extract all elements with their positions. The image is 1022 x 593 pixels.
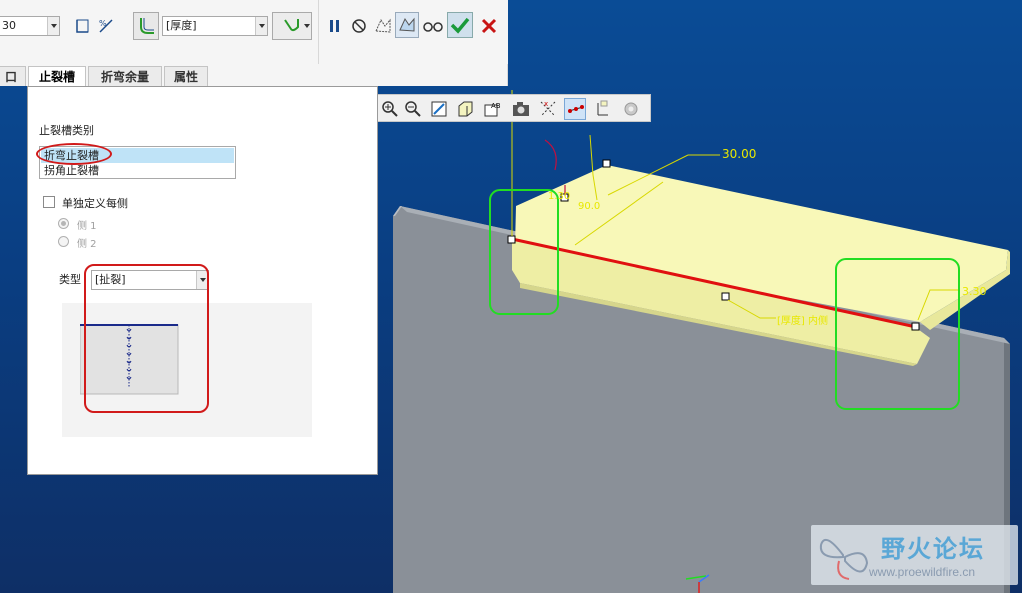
tab-opening[interactable]: 口 — [0, 66, 26, 86]
tab-label: 属性 — [173, 70, 198, 84]
side2-radio[interactable] — [58, 236, 69, 247]
settings-gear-icon[interactable] — [620, 98, 642, 120]
dim-radius-left[interactable]: 1.30 — [548, 191, 570, 202]
side1-radio[interactable] — [58, 218, 69, 229]
chevron-down-icon[interactable] — [255, 17, 267, 35]
highlight-box — [84, 264, 209, 413]
chevron-down-icon[interactable] — [47, 17, 59, 35]
pause-icon[interactable] — [323, 14, 347, 38]
dim-radius-right[interactable]: 3.30 — [962, 285, 987, 298]
watermark: 野火论坛 www.proewildfire.cn — [811, 525, 1018, 585]
butterfly-logo-icon — [819, 538, 869, 580]
radius-side-dropdown[interactable] — [272, 12, 312, 40]
value-combo[interactable]: 30 — [0, 16, 60, 36]
cancel-close-icon[interactable] — [477, 14, 501, 38]
svg-text:x: x — [544, 100, 548, 108]
side2-label: 侧 2 — [77, 239, 97, 250]
saved-views-icon[interactable]: AB — [481, 98, 503, 120]
geometry-preview-icon[interactable] — [371, 14, 395, 38]
side1-label: 侧 1 — [77, 221, 97, 232]
define-each-side-checkbox[interactable] — [43, 196, 55, 208]
camera-icon[interactable] — [510, 98, 532, 120]
dim-length[interactable]: 30.00 — [722, 147, 756, 161]
watermark-title: 野火论坛 — [881, 534, 985, 563]
flip-direction-icon[interactable]: % — [94, 14, 118, 38]
refit-icon[interactable] — [428, 98, 450, 120]
dim-angle[interactable]: 90.0 — [578, 201, 600, 212]
zoom-in-icon[interactable] — [379, 98, 401, 120]
view-toolbar: AB x — [376, 94, 651, 122]
thickness-combo[interactable]: [厚度] — [162, 16, 268, 36]
type-label: 类型 — [59, 273, 81, 286]
svg-text:%: % — [99, 19, 107, 28]
datum-axes-icon[interactable] — [564, 98, 586, 120]
tab-bend-allowance[interactable]: 折弯余量 — [88, 66, 162, 86]
offset-side-icon[interactable] — [70, 14, 94, 38]
value-combo-text: 30 — [2, 19, 16, 32]
zoom-out-icon[interactable] — [402, 98, 424, 120]
drag-handle — [911, 322, 920, 331]
thickness-combo-text: [厚度] — [166, 19, 197, 32]
verify-preview-icon[interactable] — [395, 12, 419, 38]
drag-handle — [602, 159, 611, 168]
list-item-corner-relief[interactable]: 拐角止裂槽 — [41, 163, 234, 178]
glasses-icon[interactable] — [421, 14, 445, 38]
svg-text:AB: AB — [491, 102, 501, 110]
watermark-url: www.proewildfire.cn — [869, 565, 976, 579]
tab-label: 折弯余量 — [100, 70, 149, 84]
chevron-down-icon[interactable] — [304, 24, 310, 28]
no-preview-icon[interactable] — [347, 14, 371, 38]
datum-planes-icon[interactable]: x — [537, 98, 559, 120]
dashboard-tabs: 口 止裂槽 折弯余量 属性 — [0, 64, 318, 87]
drag-handle — [507, 235, 516, 244]
tab-label: 止裂槽 — [38, 70, 75, 84]
relief-panel: 止裂槽类别 折弯止裂槽 拐角止裂槽 单独定义每侧 侧 1 侧 2 类型 [扯裂] — [27, 86, 378, 475]
tab-properties[interactable]: 属性 — [164, 66, 208, 86]
orient-icon[interactable] — [454, 98, 476, 120]
highlight-ellipse — [36, 143, 112, 165]
define-each-side-label: 单独定义每侧 — [62, 197, 128, 210]
accept-check-icon[interactable] — [447, 12, 473, 38]
relief-category-label: 止裂槽类别 — [39, 124, 94, 137]
bend-radius-icon[interactable] — [133, 12, 159, 40]
dashboard-actions — [318, 0, 508, 64]
tab-relief[interactable]: 止裂槽 — [28, 66, 86, 87]
thickness-note[interactable]: [厚度] 内侧 — [777, 312, 828, 327]
drag-handle — [721, 292, 730, 301]
csys-icon[interactable] — [592, 98, 614, 120]
tab-label: 口 — [4, 70, 17, 84]
